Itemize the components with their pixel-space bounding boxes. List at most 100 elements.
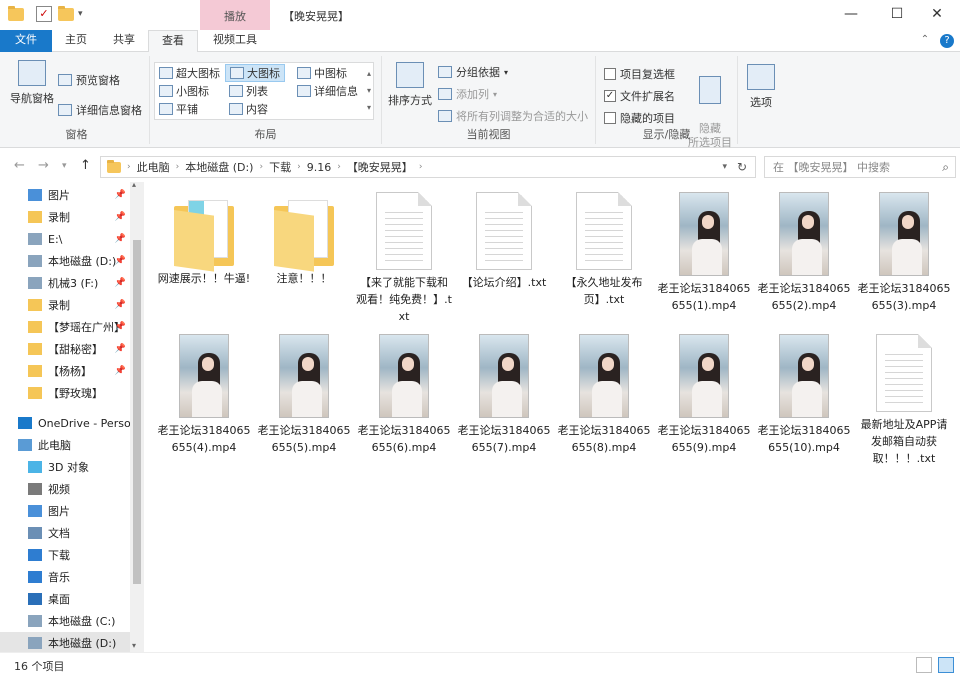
nav-item[interactable]: 机械3 (F:) 📌 <box>0 272 130 294</box>
large-icons-view-icon[interactable] <box>938 657 954 673</box>
nav-item[interactable]: 本地磁盘 (D:) 📌 <box>0 250 130 272</box>
file-item[interactable]: 网速展示！！牛逼! <box>156 192 252 287</box>
breadcrumb-drive-d[interactable]: 本地磁盘 (D:) <box>185 159 253 175</box>
layout-small-icons[interactable]: 小图标 <box>159 83 209 99</box>
file-item[interactable]: 老王论坛3184065655(4).mp4 <box>156 334 252 456</box>
nav-item[interactable]: 本地磁盘 (D:) <box>0 632 130 652</box>
help-icon[interactable]: ? <box>938 30 956 52</box>
layout-details[interactable]: 详细信息 <box>297 83 358 99</box>
minimize-ribbon-icon[interactable]: ⌃ <box>916 30 934 52</box>
chevron-right-icon[interactable]: › <box>337 162 341 172</box>
layout-content[interactable]: 内容 <box>229 101 268 117</box>
quick-access-dropdown-icon[interactable]: ▾ <box>78 6 94 22</box>
details-pane-button[interactable]: 详细信息窗格 <box>58 102 142 118</box>
chevron-right-icon[interactable]: › <box>419 162 423 172</box>
nav-item[interactable]: 【杨杨】 📌 <box>0 360 130 382</box>
file-item[interactable]: 【论坛介绍】.txt <box>456 192 552 291</box>
file-item[interactable]: 老王论坛3184065655(3).mp4 <box>856 192 952 314</box>
options-button[interactable]: 选项 <box>742 64 780 110</box>
chevron-right-icon[interactable]: › <box>297 162 301 172</box>
file-item[interactable]: 【永久地址发布页】.txt <box>556 192 652 308</box>
sort-by-button[interactable]: 排序方式 <box>384 62 436 108</box>
chevron-right-icon[interactable]: › <box>176 162 180 172</box>
tab-share[interactable]: 共享 <box>102 30 146 52</box>
scroll-up-icon[interactable]: ▴ <box>132 180 136 189</box>
layout-extra-large-icons[interactable]: 超大图标 <box>159 65 220 81</box>
layout-gallery: 超大图标 大图标 中图标 小图标 列表 详细信息 平铺 内容 ▴ ▾ ▾ <box>154 62 374 120</box>
nav-item[interactable]: 文档 <box>0 522 130 544</box>
nav-item[interactable]: 本地磁盘 (C:) <box>0 610 130 632</box>
breadcrumb-this-pc[interactable]: 此电脑 <box>137 159 170 175</box>
nav-item[interactable]: 【梦瑶在广州】 📌 <box>0 316 130 338</box>
back-icon[interactable]: ← <box>14 158 25 173</box>
breadcrumb-downloads[interactable]: 下载 <box>269 159 291 175</box>
checkbox-icon <box>604 112 616 124</box>
nav-item[interactable]: 图片 <box>0 500 130 522</box>
file-item[interactable]: 老王论坛3184065655(1).mp4 <box>656 192 752 314</box>
scroll-down-icon[interactable]: ▾ <box>132 641 136 650</box>
extra-large-icons-icon <box>159 67 173 79</box>
chevron-right-icon[interactable]: › <box>259 162 263 172</box>
nav-item[interactable]: 桌面 <box>0 588 130 610</box>
file-item[interactable]: 老王论坛3184065655(10).mp4 <box>756 334 852 456</box>
file-item[interactable]: 老王论坛3184065655(6).mp4 <box>356 334 452 456</box>
up-icon[interactable]: ↑ <box>80 158 91 173</box>
ribbon-group-show-hide: 项目复选框 ✓ 文件扩展名 隐藏的项目 隐藏 所选项目 显示/隐藏 <box>596 56 738 149</box>
file-extensions-toggle[interactable]: ✓ 文件扩展名 <box>604 88 675 104</box>
file-item[interactable]: 老王论坛3184065655(2).mp4 <box>756 192 852 314</box>
file-item[interactable]: 老王论坛3184065655(7).mp4 <box>456 334 552 456</box>
forward-icon[interactable]: → <box>38 158 49 173</box>
nav-item[interactable]: 音乐 <box>0 566 130 588</box>
breadcrumb-9-16[interactable]: 9.16 <box>307 161 332 174</box>
nav-item[interactable]: 视频 <box>0 478 130 500</box>
file-item[interactable]: 【来了就能下载和观看！纯免费！】.txt <box>356 192 452 325</box>
navigation-pane-button[interactable]: 导航窗格 <box>8 60 56 106</box>
file-item[interactable]: 老王论坛3184065655(5).mp4 <box>256 334 352 456</box>
tab-video-tools[interactable]: 视频工具 <box>200 30 270 52</box>
close-button[interactable]: ✕ <box>914 0 960 30</box>
group-by-button[interactable]: 分组依据 ▾ <box>438 64 508 80</box>
nav-item[interactable]: OneDrive - Personal <box>0 412 130 434</box>
file-item[interactable]: 最新地址及APP请发邮箱自动获取！！！.txt <box>856 334 952 467</box>
minimize-button[interactable]: — <box>828 0 874 30</box>
refresh-icon[interactable]: ↻ <box>737 160 747 174</box>
layout-scroll-icon[interactable]: ▴ ▾ ▾ <box>367 65 371 116</box>
nav-item[interactable]: 录制 📌 <box>0 294 130 316</box>
hidden-items-toggle[interactable]: 隐藏的项目 <box>604 110 675 126</box>
layout-tiles[interactable]: 平铺 <box>159 101 198 117</box>
nav-scrollbar-thumb[interactable] <box>133 240 141 584</box>
layout-list[interactable]: 列表 <box>229 83 268 99</box>
recent-locations-icon[interactable]: ▾ <box>62 161 67 171</box>
tab-view[interactable]: 查看 <box>148 30 198 53</box>
preview-pane-button[interactable]: 预览窗格 <box>58 72 120 88</box>
file-item[interactable]: 老王论坛3184065655(8).mp4 <box>556 334 652 456</box>
breadcrumb-current[interactable]: 【晚安晃晃】 <box>347 159 413 175</box>
details-view-icon[interactable] <box>916 657 932 673</box>
tab-home[interactable]: 主页 <box>56 30 96 52</box>
new-folder-icon[interactable] <box>58 6 74 22</box>
nav-item[interactable]: 【甜秘密】 📌 <box>0 338 130 360</box>
search-icon[interactable]: ⌕ <box>942 160 949 175</box>
properties-icon[interactable]: ✓ <box>36 6 52 22</box>
nav-item[interactable]: 图片 📌 <box>0 184 130 206</box>
layout-large-icons[interactable]: 大图标 <box>225 64 285 82</box>
nav-item[interactable]: 录制 📌 <box>0 206 130 228</box>
address-dropdown-icon[interactable]: ▾ <box>722 162 727 172</box>
tab-file[interactable]: 文件 <box>0 30 52 52</box>
nav-item[interactable]: 【野玫瑰】 <box>0 382 130 404</box>
add-columns-button[interactable]: 添加列 ▾ <box>438 86 497 102</box>
layout-medium-icons[interactable]: 中图标 <box>297 65 347 81</box>
nav-item[interactable]: 下载 <box>0 544 130 566</box>
address-bar[interactable]: › 此电脑 › 本地磁盘 (D:) › 下载 › 9.16 › 【晚安晃晃】 ›… <box>100 156 756 178</box>
size-all-columns-button[interactable]: 将所有列调整为合适的大小 <box>438 108 588 124</box>
file-item[interactable]: 老王论坛3184065655(9).mp4 <box>656 334 752 456</box>
nav-item[interactable]: 此电脑 <box>0 434 130 456</box>
nav-item[interactable]: 3D 对象 <box>0 456 130 478</box>
search-box[interactable]: 在 【晚安晃晃】 中搜索 ⌕ <box>764 156 956 178</box>
nav-item[interactable]: E:\ 📌 <box>0 228 130 250</box>
item-checkboxes-toggle[interactable]: 项目复选框 <box>604 66 675 82</box>
file-name: 网速展示！！牛逼! <box>157 272 251 285</box>
nav-scrollbar[interactable]: ▴ ▾ <box>130 180 144 652</box>
file-item[interactable]: 注意！！！ <box>256 192 352 287</box>
medium-icons-icon <box>297 67 311 79</box>
